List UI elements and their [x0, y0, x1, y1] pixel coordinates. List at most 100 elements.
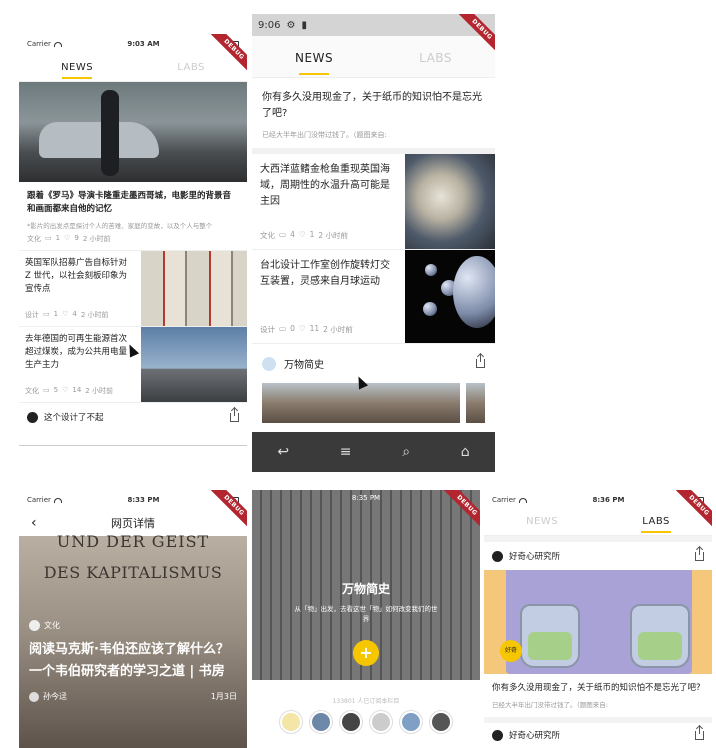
channel-name: 好奇心研究所 — [509, 731, 561, 741]
list-item[interactable]: 英国军队招募广告自标针对 Z 世代，以社会刻板印象为宣传点 设计 ▭ 1 ♡ 4 2… — [19, 251, 247, 327]
tab-news[interactable]: NEWS — [295, 51, 333, 77]
heart-icon: ♡ — [298, 324, 306, 333]
heart-icon: ♡ — [298, 230, 306, 239]
author-name: 孙今迳 — [43, 692, 67, 701]
status-time: 9:03 AM — [127, 40, 160, 48]
section-image[interactable] — [262, 383, 460, 423]
item-meta: 文化 ▭ 4 ♡ 1 2 小时前 — [260, 230, 397, 241]
channel-header[interactable]: 好奇心研究所 — [484, 723, 712, 747]
item-title: 英国军队招募广告自标针对 Z 世代，以社会刻板印象为宣传点 — [25, 258, 128, 294]
avatar[interactable] — [430, 711, 452, 733]
avatar[interactable] — [340, 711, 362, 733]
section-image-strip — [252, 383, 495, 423]
channel-name: 好奇心研究所 — [509, 552, 561, 562]
share-icon[interactable] — [476, 354, 485, 368]
tab-news[interactable]: NEWS — [526, 516, 558, 535]
subscriber-count: 133801 人已订阅本栏目 — [332, 698, 400, 705]
category-label: 设计 — [260, 325, 275, 334]
debug-banner: DEBUG — [449, 14, 495, 60]
subscriber-avatars — [252, 711, 480, 733]
moon-shape — [423, 302, 437, 316]
timestamp: 2 小时前 — [80, 311, 109, 319]
feature-desc: *影片的出发点是探讨个人的苦难、家庭的变故，以及个人与整个 — [27, 222, 213, 230]
like-count: 9 — [74, 234, 79, 242]
feature-article[interactable]: 跟着《罗马》导演卡隆重走墨西哥城，电影里的背景音和画面都来自他的记忆 *影片的出… — [19, 182, 247, 251]
pedestrian-shape — [101, 90, 119, 176]
labs-card-header[interactable]: 这个设计了不起 — [19, 403, 247, 431]
timestamp: 2 小时前 — [318, 231, 349, 240]
top-article-desc: 已经大半年出门没带过钱了。（题图来自: — [262, 131, 387, 139]
avatar[interactable] — [400, 711, 422, 733]
article-desc: 已经大半年出门没带过钱了。（题图来自: — [492, 701, 608, 709]
debug-banner: DEBUG — [434, 490, 480, 536]
section-header[interactable]: 万物简史 — [252, 344, 495, 383]
like-count: 11 — [309, 324, 320, 333]
item-title: 去年德国的可再生能源首次超过煤炭，成为公共用电量生产主力 — [25, 334, 128, 370]
tab-labs[interactable]: LABS — [419, 51, 452, 77]
carrier-label: Carrier — [27, 40, 51, 48]
comment-count: 0 — [290, 324, 295, 333]
share-icon[interactable] — [695, 725, 704, 740]
top-article[interactable]: 你有多久没用现金了，关于纸币的知识怕不是忘光了吧? 已经大半年出门没带过钱了。（… — [252, 78, 495, 154]
labs-card-title: 这个设计了不起 — [44, 413, 104, 423]
debug-banner: DEBUG — [666, 490, 712, 536]
subscribe-fab[interactable]: + — [353, 640, 379, 666]
avatar — [27, 411, 38, 423]
comment-count: 4 — [290, 230, 295, 239]
article-title: 阅读马克斯·韦伯还应该了解什么？一个韦伯研究者的学习之道 | 书房 — [29, 642, 229, 679]
carrier-label: Carrier — [492, 496, 516, 504]
comment-icon: ▭ — [43, 310, 50, 318]
timestamp: 2 小时前 — [82, 235, 111, 243]
menu-icon[interactable]: ≡ — [340, 444, 352, 460]
comment-count: 1 — [55, 234, 61, 242]
comment-icon: ▭ — [43, 386, 50, 394]
item-title: 台北设计工作室创作旋转灯交互装置，灵感来自月球运动 — [260, 260, 390, 287]
back-chevron-icon[interactable]: ‹ — [31, 515, 37, 531]
category-label: 文化 — [44, 621, 60, 630]
article-image[interactable]: 好奇 — [484, 570, 712, 674]
debug-banner: DEBUG — [201, 34, 247, 80]
section-title: 万物简史 — [284, 360, 324, 371]
sd-card-icon: ▮ — [301, 19, 307, 31]
gear-icon: ⚙ — [286, 19, 296, 31]
hero-subtitle: 从「物」出发，去看这世「物」如何改变我们的世界 — [294, 605, 438, 623]
share-icon[interactable] — [695, 546, 704, 561]
tab-news[interactable]: NEWS — [61, 62, 93, 81]
channel-avatar — [492, 729, 503, 741]
comment-count: 1 — [53, 310, 59, 318]
category-label: 文化 — [260, 231, 275, 240]
moon-shape — [453, 256, 495, 328]
heart-icon: ♡ — [62, 310, 69, 318]
share-icon[interactable] — [230, 407, 239, 422]
search-icon[interactable]: ⌕ — [402, 444, 410, 460]
feature-image[interactable] — [19, 82, 247, 182]
avatar[interactable] — [310, 711, 332, 733]
badge: 好奇 — [500, 640, 522, 662]
item-thumbnail — [141, 251, 247, 326]
status-time: 8:36 PM — [592, 496, 625, 504]
hero-title: 万物简史 — [341, 582, 390, 596]
category-label: 文化 — [25, 387, 39, 395]
jar-shape — [630, 604, 690, 668]
home-icon[interactable]: ⌂ — [461, 444, 470, 460]
channel-avatar — [492, 550, 503, 562]
timestamp: 2 小时前 — [323, 325, 353, 334]
timestamp: 2 小时前 — [85, 387, 113, 395]
category-label: 设计 — [25, 311, 39, 319]
screen-news-android: DEBUG 9:06 ⚙ ▮ NEWS LABS 你有多久没用现金了，关于纸币的… — [252, 14, 495, 472]
list-item[interactable]: 大西洋蓝鳍金枪鱼重现英国海域，周期性的水温升高可能是主因 文化 ▭ 4 ♡ 1 2 … — [252, 154, 495, 250]
comment-count: 5 — [53, 386, 59, 394]
like-count: 1 — [309, 230, 315, 239]
avatar[interactable] — [370, 711, 392, 733]
article[interactable]: 你有多久没用现金了，关于纸币的知识怕不是忘光了吧? 已经大半年出门没带过钱了。（… — [484, 674, 712, 723]
debug-banner: DEBUG — [201, 490, 247, 536]
heart-icon: ♡ — [62, 386, 69, 394]
back-icon[interactable]: ↩ — [277, 444, 289, 460]
avatar[interactable] — [280, 711, 302, 733]
android-navbar: ↩ ≡ ⌕ ⌂ — [252, 432, 495, 472]
list-item[interactable]: 去年德国的可再生能源首次超过煤炭，成为公共用电量生产主力 文化 ▭ 5 ♡ 14 2… — [19, 327, 247, 403]
feature-title: 跟着《罗马》导演卡隆重走墨西哥城，电影里的背景音和画面都来自他的记忆 — [27, 191, 232, 214]
channel-header[interactable]: 好奇心研究所 — [484, 536, 712, 570]
list-item[interactable]: 台北设计工作室创作旋转灯交互装置，灵感来自月球运动 设计 ▭ 0 ♡ 11 2 小时… — [252, 250, 495, 344]
section-image[interactable] — [465, 383, 485, 423]
